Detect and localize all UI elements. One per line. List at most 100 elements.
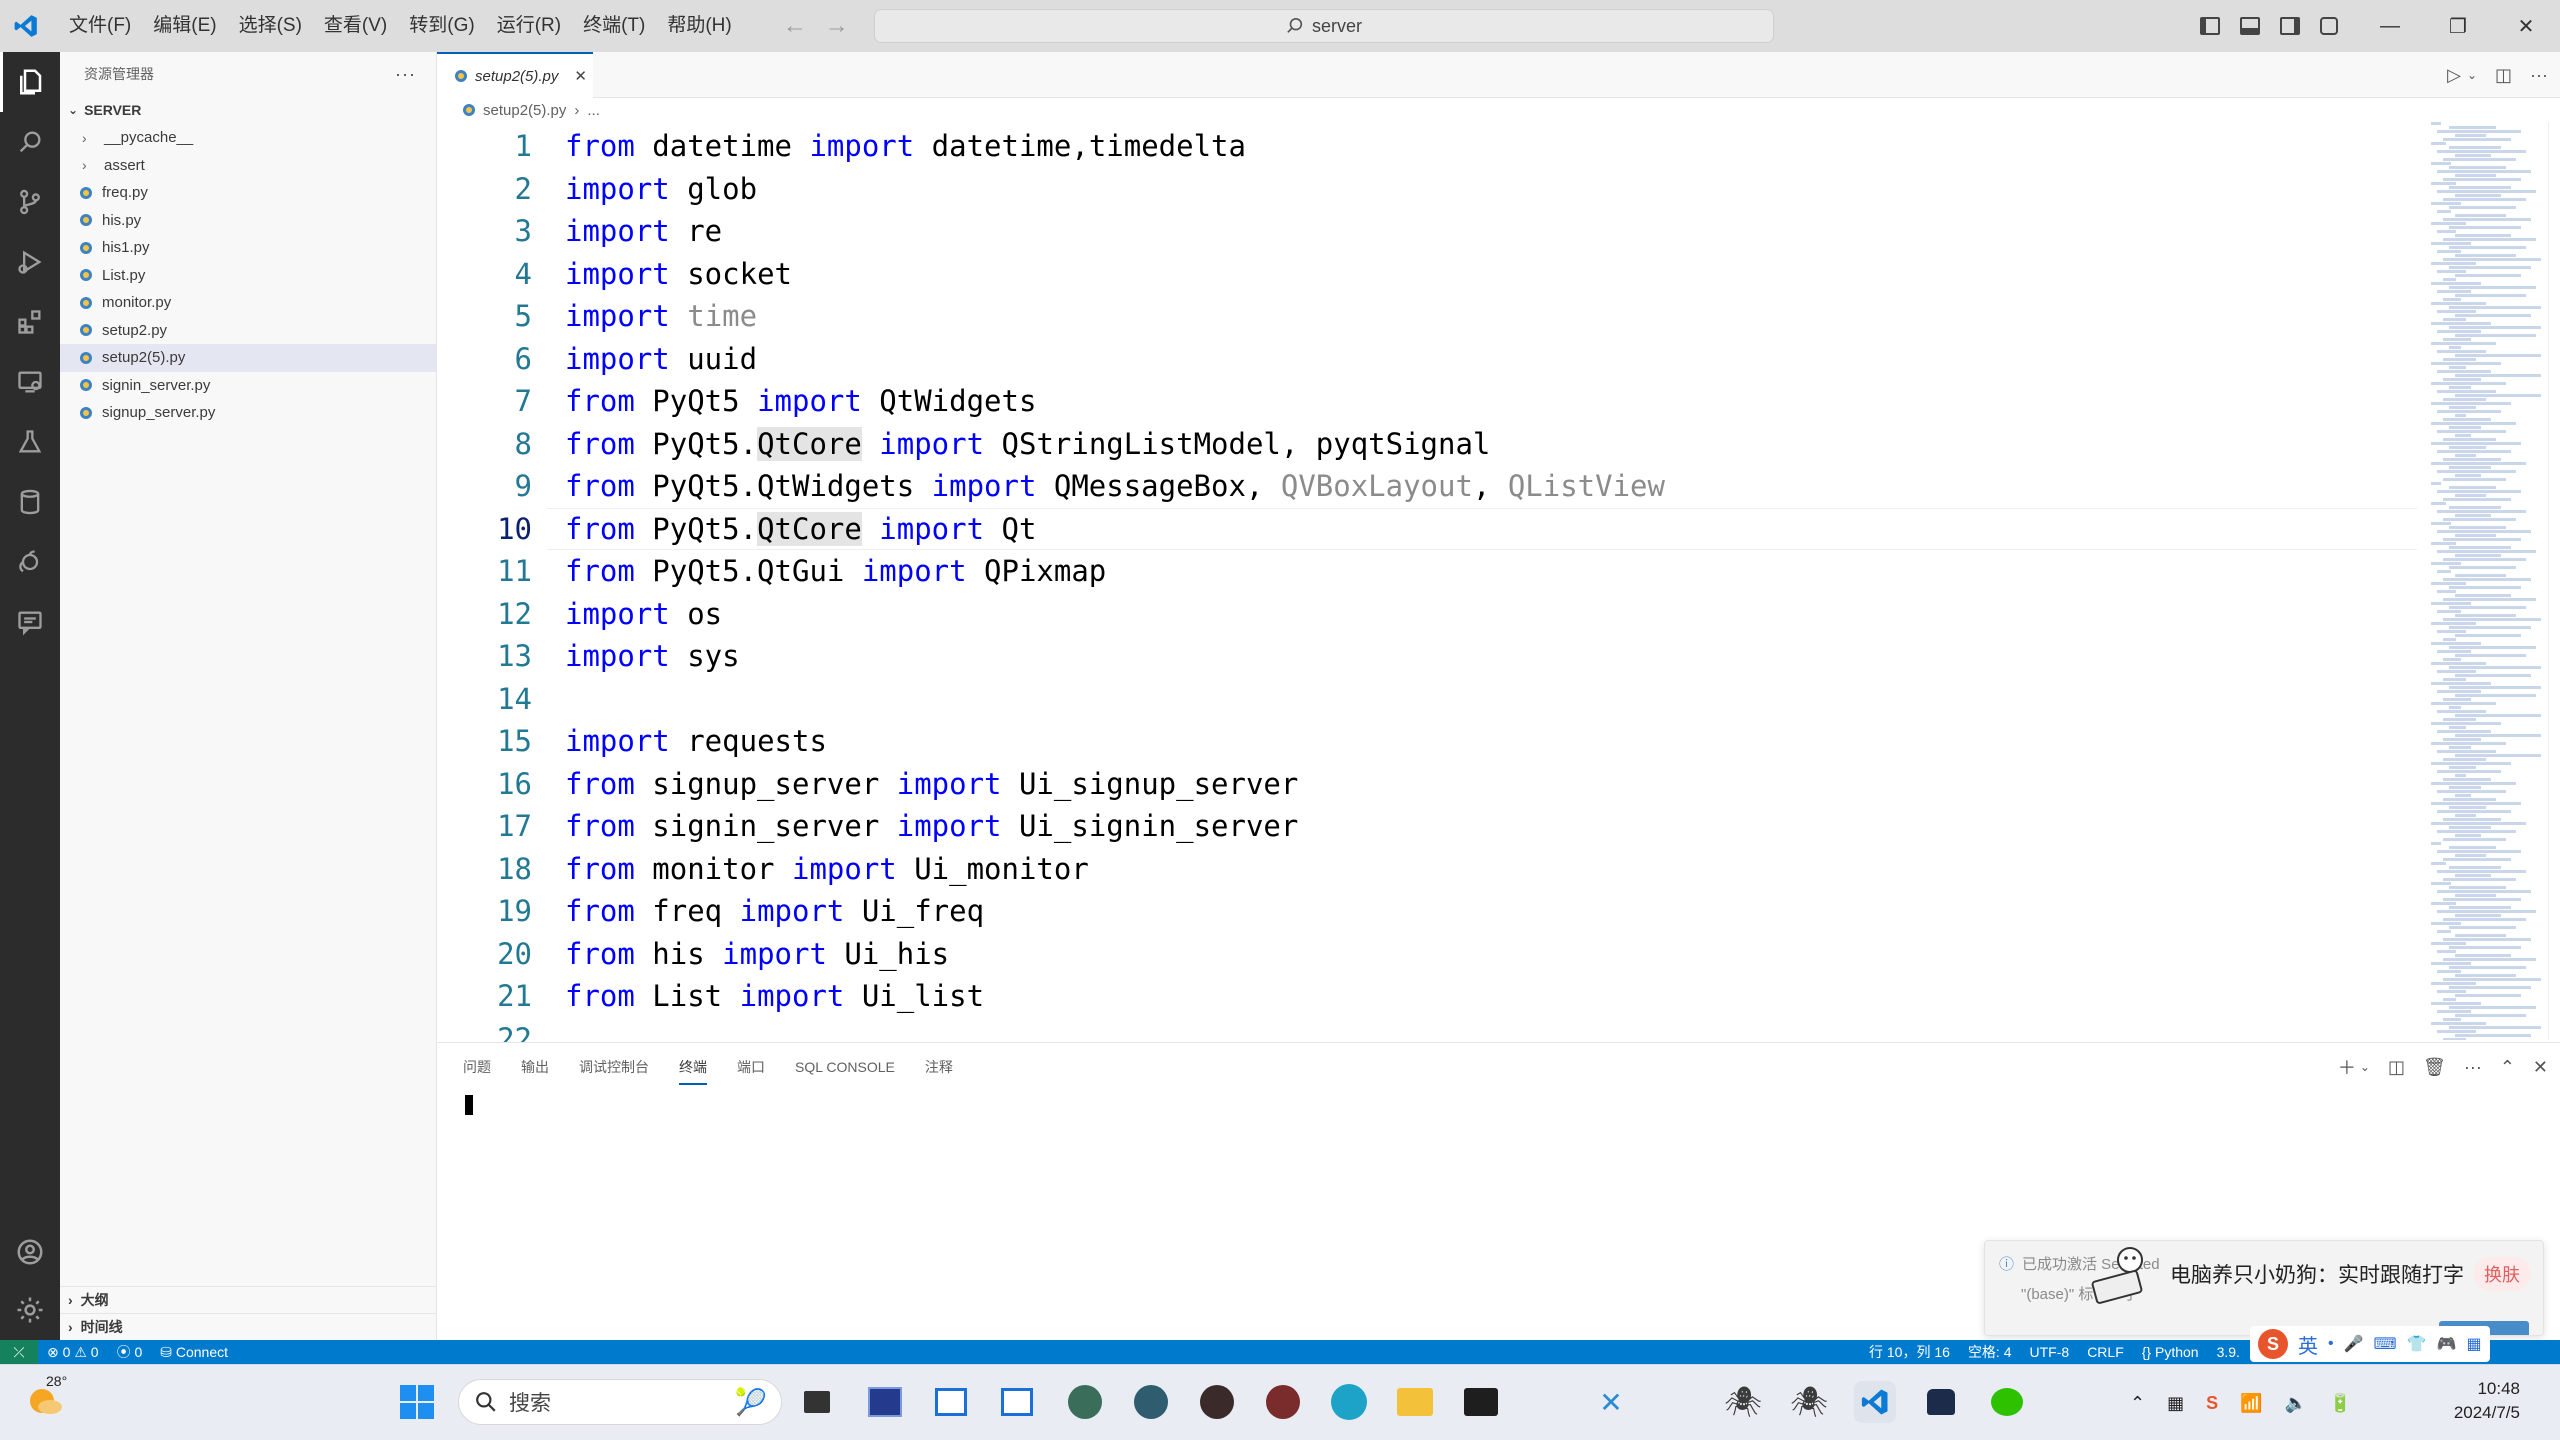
tree-item-list[interactable]: List.py: [60, 262, 436, 290]
tree-item-his[interactable]: his.py: [60, 207, 436, 235]
tab-sql-console[interactable]: SQL CONSOLE: [795, 1059, 895, 1075]
remote-explorer-icon[interactable]: [0, 352, 60, 412]
maximize-panel-icon[interactable]: ⌃: [2500, 1057, 2515, 1078]
testing-icon[interactable]: [0, 412, 60, 472]
settings-gear-icon[interactable]: [0, 1280, 60, 1340]
toggle-secondary-sidebar-icon[interactable]: [2280, 17, 2300, 35]
tab-setup2-5[interactable]: setup2(5).py ✕: [437, 52, 593, 98]
menu-run[interactable]: 运行(R): [486, 0, 572, 52]
start-button[interactable]: [396, 1381, 438, 1423]
file-explorer-icon[interactable]: [1394, 1381, 1436, 1423]
app-exe-icon[interactable]: [864, 1381, 906, 1423]
sogou-logo-icon[interactable]: S: [2258, 1329, 2288, 1359]
split-terminal-icon[interactable]: ◫: [2388, 1057, 2405, 1078]
code-line[interactable]: 4 import socket: [437, 253, 792, 296]
app-window2-icon[interactable]: [996, 1381, 1038, 1423]
code-line[interactable]: 16 from signup_server import Ui_signup_se…: [437, 763, 1298, 806]
tree-item-setup2-5[interactable]: setup2(5).py: [60, 344, 436, 372]
forward-arrow-icon[interactable]: →: [825, 12, 849, 40]
back-arrow-icon[interactable]: ←: [783, 12, 807, 40]
tab-comments[interactable]: 注释: [925, 1057, 953, 1077]
code-line[interactable]: 8 from PyQt5.QtCore import QStringListMod…: [437, 423, 1490, 466]
keyboard-icon[interactable]: ⌨: [2374, 1334, 2397, 1354]
code-line[interactable]: 1 from datetime import datetime,timedelta: [437, 125, 1246, 168]
code-line[interactable]: 14: [437, 678, 565, 721]
workspace-folder-header[interactable]: ⌄ SERVER: [60, 96, 436, 124]
battery-icon[interactable]: 🔋: [2329, 1393, 2351, 1414]
wifi-icon[interactable]: 📶: [2240, 1393, 2262, 1414]
close-window-button[interactable]: ✕: [2492, 0, 2560, 52]
tab-problems[interactable]: 问题: [463, 1057, 491, 1077]
tree-item-pycache[interactable]: › __pycache__: [60, 124, 436, 152]
wechat-icon[interactable]: [1986, 1381, 2028, 1423]
ime-skin-button[interactable]: 换肤: [2474, 1257, 2530, 1291]
tab-debug-console[interactable]: 调试控制台: [579, 1057, 649, 1077]
tab-output[interactable]: 输出: [521, 1057, 549, 1077]
toggle-primary-sidebar-icon[interactable]: [2200, 17, 2220, 35]
microphone-icon[interactable]: 🎤: [2344, 1334, 2364, 1354]
minimap[interactable]: [2431, 122, 2541, 1040]
taskbar-search[interactable]: 搜索 🎾: [458, 1379, 782, 1425]
app-cat-icon[interactable]: [1920, 1381, 1962, 1423]
new-terminal-icon[interactable]: ＋: [2338, 1054, 2356, 1080]
minimize-button[interactable]: —: [2356, 0, 2424, 52]
database-icon[interactable]: [0, 472, 60, 532]
extensions-icon[interactable]: [0, 292, 60, 352]
close-tab-icon[interactable]: ✕: [574, 67, 587, 85]
tab-ports[interactable]: 端口: [737, 1057, 765, 1077]
menu-selection[interactable]: 选择(S): [228, 0, 313, 52]
tray-app-icon[interactable]: ▦: [2167, 1393, 2184, 1414]
tree-item-signup-server[interactable]: signup_server.py: [60, 399, 436, 427]
tree-item-monitor[interactable]: monitor.py: [60, 289, 436, 317]
terminal-icon[interactable]: [1460, 1381, 1502, 1423]
app-bug2-icon[interactable]: 🕷: [1788, 1381, 1830, 1423]
app-bug1-icon[interactable]: 🕷: [1722, 1381, 1764, 1423]
code-line[interactable]: 19 from freq import Ui_freq: [437, 890, 984, 933]
close-panel-icon[interactable]: ✕: [2533, 1057, 2548, 1078]
code-line[interactable]: 20 from his import Ui_his: [437, 933, 949, 976]
sogou-ime-icon[interactable]: S: [2206, 1393, 2218, 1414]
vscode-taskbar-icon[interactable]: [1854, 1381, 1896, 1423]
breadcrumb-file[interactable]: setup2(5).py: [483, 102, 566, 119]
end-of-line[interactable]: CRLF: [2078, 1344, 2133, 1360]
code-line[interactable]: 21 from List import Ui_list: [437, 975, 984, 1018]
chevron-down-icon[interactable]: ⌄: [2467, 68, 2477, 82]
comments-icon[interactable]: [0, 592, 60, 652]
menu-edit[interactable]: 编辑(E): [142, 0, 227, 52]
source-control-icon[interactable]: [0, 172, 60, 232]
app-avatar3-icon[interactable]: [1196, 1381, 1238, 1423]
cursor-position[interactable]: 行 10，列 16: [1860, 1342, 1959, 1362]
chevron-down-icon[interactable]: ⌄: [2360, 1060, 2370, 1074]
editor-scrollbar[interactable]: [2548, 122, 2560, 1040]
accounts-icon[interactable]: [0, 1222, 60, 1282]
customize-layout-icon[interactable]: [2320, 17, 2338, 35]
problems-status[interactable]: ⊗ 0 ⚠ 0: [38, 1344, 108, 1361]
trash-icon[interactable]: 🗑: [2423, 1057, 2446, 1078]
ime-popup[interactable]: 电脑养只小奶狗：实时跟随打字 换肤: [2091, 1247, 2530, 1304]
connect-status[interactable]: ⛁ Connect: [151, 1344, 237, 1361]
more-actions-icon[interactable]: ···: [395, 64, 416, 85]
menu-view[interactable]: 查看(V): [313, 0, 398, 52]
restore-button[interactable]: ❐: [2424, 0, 2492, 52]
outline-section[interactable]: › 大纲: [60, 1286, 437, 1313]
tree-item-assert[interactable]: › assert: [60, 152, 436, 180]
app-butterfly-icon[interactable]: ✕: [1590, 1381, 1632, 1423]
code-line[interactable]: 15 import requests: [437, 720, 827, 763]
tree-item-his1[interactable]: his1.py: [60, 234, 436, 262]
code-line[interactable]: 3 import re: [437, 210, 723, 253]
show-hidden-icons[interactable]: ⌃: [2130, 1393, 2145, 1414]
code-line[interactable]: 13 import sys: [437, 635, 740, 678]
tab-terminal[interactable]: 终端: [679, 1057, 707, 1085]
search-icon[interactable]: [0, 112, 60, 172]
indentation[interactable]: 空格: 4: [1959, 1342, 2021, 1362]
tree-item-freq[interactable]: freq.py: [60, 179, 436, 207]
explorer-icon[interactable]: [0, 52, 60, 112]
game-icon[interactable]: 🎮: [2437, 1334, 2457, 1354]
tree-item-setup2[interactable]: setup2.py: [60, 317, 436, 345]
code-line[interactable]: 22: [437, 1018, 565, 1042]
ports-status[interactable]: ⦿ 0: [108, 1342, 152, 1362]
code-line[interactable]: 10 from PyQt5.QtCore import Qt: [437, 508, 1036, 551]
command-center-search[interactable]: server: [874, 9, 1774, 43]
code-line[interactable]: 7 from PyQt5 import QtWidgets: [437, 380, 1037, 423]
language-mode[interactable]: {} Python: [2133, 1344, 2208, 1360]
